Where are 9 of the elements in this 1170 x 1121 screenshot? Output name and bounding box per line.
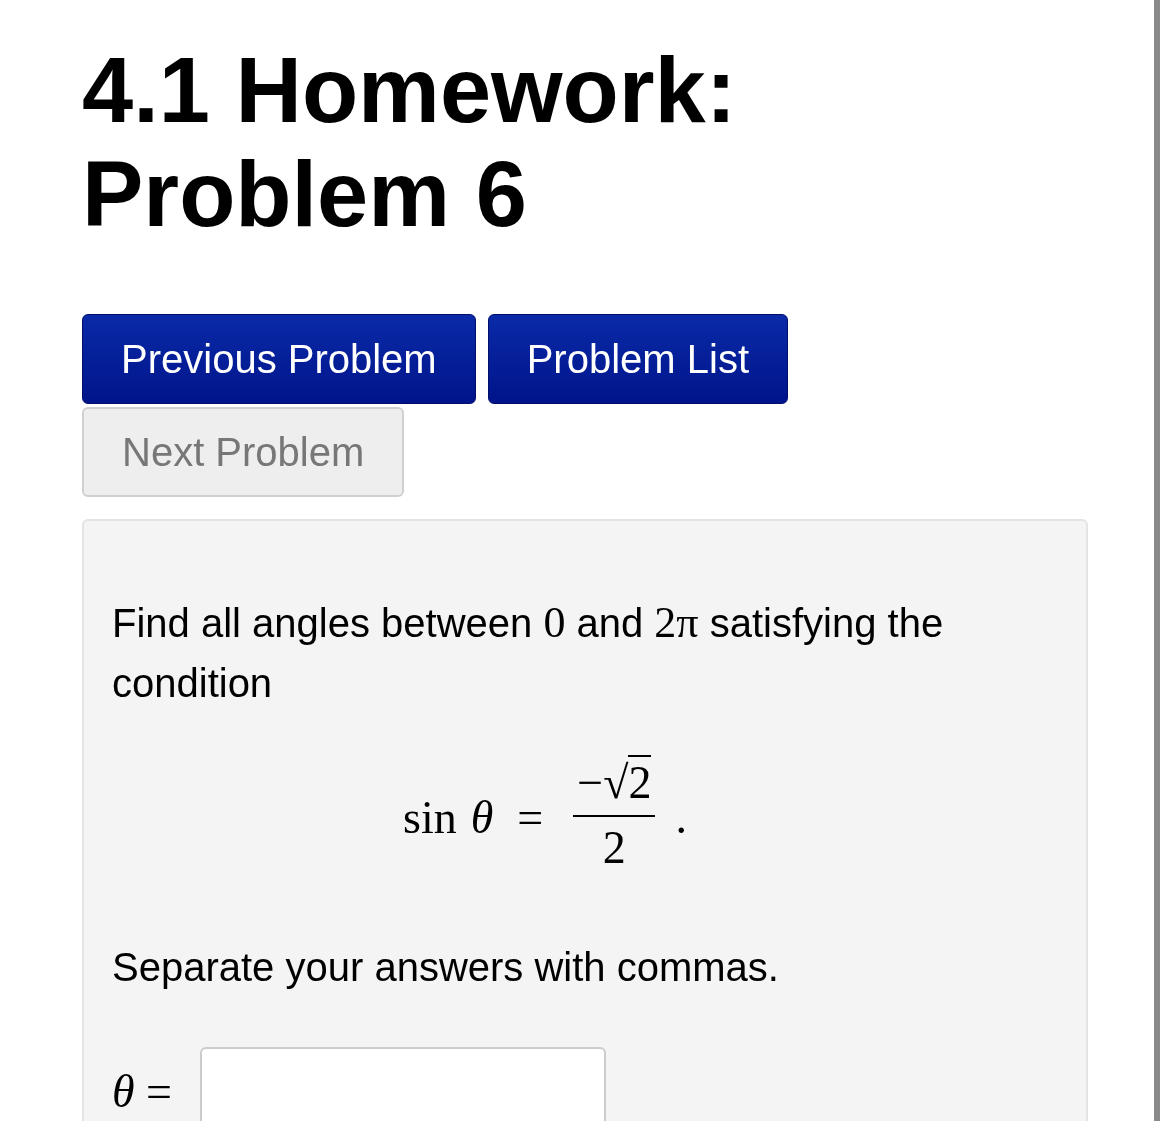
problem-text: Find all angles between 0 and 2π satisfying the condition [112, 597, 945, 707]
nav-button[interactable]: Previous Problem [82, 314, 476, 404]
scrollbar[interactable] [1154, 0, 1160, 1121]
nav-button[interactable]: Problem List [487, 314, 788, 404]
answer-label: θ = [112, 1064, 173, 1118]
answer-field[interactable] [200, 1047, 607, 1121]
equation: sin θ = −√2 2 . [403, 755, 687, 875]
page-title: 4.1 Homework: Problem 6 [82, 38, 738, 246]
instruction-text: Separate your answers with commas. [112, 944, 780, 991]
